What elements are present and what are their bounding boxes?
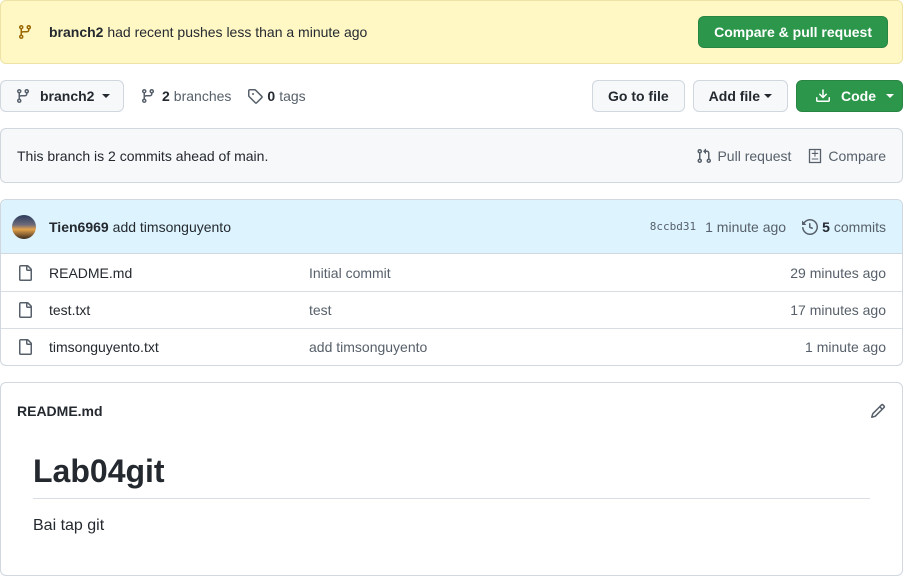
compare-pull-request-button[interactable]: Compare & pull request [698,16,888,48]
file-row[interactable]: README.md Initial commit 29 minutes ago [1,254,902,291]
tag-icon [247,88,264,104]
file-name[interactable]: timsonguyento.txt [49,339,309,355]
git-branch-icon [17,24,33,40]
code-label: Code [841,88,876,104]
git-branch-icon [140,88,156,104]
commit-time: 1 minute ago [705,218,787,235]
branch-ahead-text: This branch is 2 commits ahead of main. [17,147,269,164]
history-icon [802,218,819,235]
readme-title[interactable]: README.md [17,403,103,419]
file-commit-message[interactable]: test [309,302,790,318]
file-name[interactable]: test.txt [49,302,309,318]
commits-history-link[interactable]: 5 commits [802,219,886,235]
file-age: 17 minutes ago [790,302,886,318]
branches-label: branches [173,88,232,104]
download-icon [815,88,831,104]
compare-icon [807,148,823,164]
caret-down-icon [102,94,111,98]
caret-down-icon [886,94,894,98]
git-branch-icon [15,88,31,104]
readme-paragraph: Bai tap git [33,517,105,535]
caret-down-icon [764,94,772,98]
readme-header: README.md [1,383,902,438]
banner-text: branch2 had recent pushes less than a mi… [49,24,367,40]
avatar[interactable] [12,214,36,239]
file-icon [17,302,33,318]
commits-count: 5 [822,218,830,235]
add-file-label: Add file [708,88,760,104]
compare-link[interactable]: Compare [807,148,886,164]
recent-push-banner: branch2 had recent pushes less than a mi… [0,0,903,64]
add-file-button[interactable]: Add file [692,80,788,112]
file-icon [17,339,33,355]
commit-sha[interactable]: 8ccbd31 [650,220,696,233]
branch-select-label: branch2 [40,88,95,104]
readme-heading: Lab04git [33,453,870,500]
code-button[interactable]: Code [796,80,903,112]
file-commit-message[interactable]: Initial commit [309,265,790,281]
file-icon [17,264,33,281]
pencil-icon[interactable] [870,403,886,419]
commit-message[interactable]: add timsonguyento [113,219,231,235]
repo-toolbar: branch2 2 branches 0 tags Go to file Add… [0,80,905,112]
go-to-file-button[interactable]: Go to file [591,80,685,112]
banner-branch-name[interactable]: branch2 [49,24,103,40]
pull-request-icon [696,148,712,164]
branches-link[interactable]: 2 branches [140,88,231,104]
latest-commit-bar: Tien6969 add timsonguyento 8ccbd31 1 min… [1,200,902,254]
branches-count: 2 [162,88,170,104]
file-age: 1 minute ago [805,339,886,355]
banner-message: had recent pushes less than a minute ago [103,24,368,40]
compare-label: Compare [828,147,886,164]
file-row[interactable]: timsonguyento.txt add timsonguyento 1 mi… [1,328,902,365]
tags-count: 0 [267,88,276,104]
readme-content: Lab04git Bai tap git [1,438,902,535]
file-commit-message[interactable]: add timsonguyento [309,339,805,355]
readme-panel: README.md Lab04git Bai tap git [0,382,903,576]
file-row[interactable]: test.txt test 17 minutes ago [1,291,902,328]
file-name[interactable]: README.md [49,265,309,281]
pull-request-link[interactable]: Pull request [696,148,791,164]
tags-label: tags [279,88,306,104]
branch-select-button[interactable]: branch2 [0,80,124,112]
file-browser: Tien6969 add timsonguyento 8ccbd31 1 min… [0,199,903,366]
pull-request-label: Pull request [717,147,792,164]
tags-link[interactable]: 0 tags [247,88,306,104]
file-age: 29 minutes ago [790,264,886,281]
commits-label: commits [833,218,886,235]
branch-ahead-box: This branch is 2 commits ahead of main. … [0,128,903,183]
commit-author[interactable]: Tien6969 [49,219,109,235]
